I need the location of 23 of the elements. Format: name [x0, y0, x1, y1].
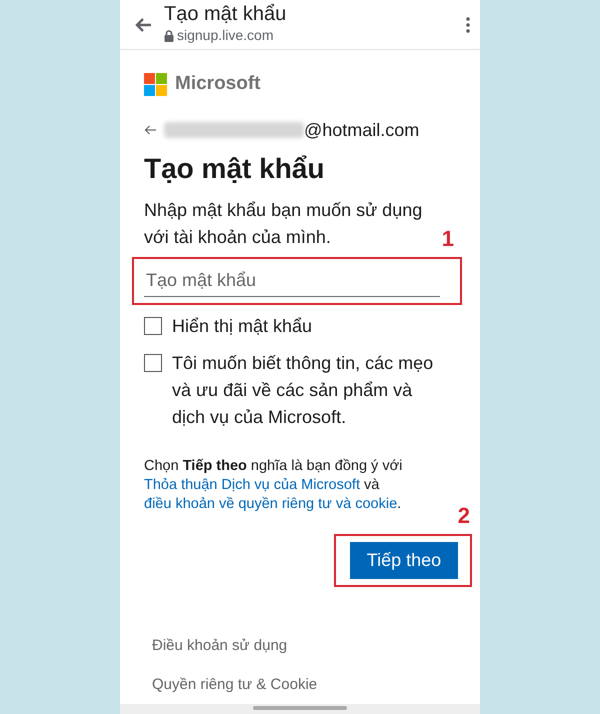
url-text[interactable]: signup.live.com	[177, 25, 274, 46]
email-domain: @hotmail.com	[304, 118, 420, 142]
logo-icon	[144, 72, 167, 96]
instruction-text: Nhập mật khẩu bạn muốn sử dụng với tài khoản của mình.	[144, 199, 424, 250]
footer-link[interactable]: Quyền riêng tư & Cookie	[152, 674, 318, 696]
privacy-link[interactable]: điều khoản về quyền riêng tư và cookie	[144, 496, 398, 512]
lock-icon	[164, 30, 174, 42]
checkbox-label: Tôi muốn biết thông tin, các mẹo và ưu đãi về các sản phẩm và dịch vụ của Microsoft.	[172, 352, 434, 430]
menu-icon[interactable]	[466, 16, 470, 32]
checkbox[interactable]	[144, 317, 162, 336]
page-title: Tạo mật khẩu	[164, 3, 288, 25]
annotation-number: 1	[442, 227, 454, 252]
next-button[interactable]: Tiếp theo	[350, 542, 458, 580]
brand-name: Microsoft	[175, 72, 260, 96]
back-icon[interactable]	[144, 125, 156, 135]
page-heading: Tạo mật khẩu	[144, 152, 326, 186]
annotation-number: 2	[458, 504, 470, 528]
checkbox[interactable]	[144, 354, 162, 372]
back-icon[interactable]	[134, 16, 152, 32]
terms-link[interactable]: Thỏa thuận Dịch vụ của Microsoft	[144, 477, 360, 494]
legal-text: Chọn Tiếp theo nghĩa là bạn đồng ý với Thỏa thuận Dịch vụ của Microsoft và điều khoản về quyền riêng tư và cookie.	[144, 457, 404, 514]
footer-link[interactable]: Điều khoản sử dụng	[152, 635, 288, 658]
checkbox-label: Hiển thị mật khẩu	[172, 315, 312, 338]
